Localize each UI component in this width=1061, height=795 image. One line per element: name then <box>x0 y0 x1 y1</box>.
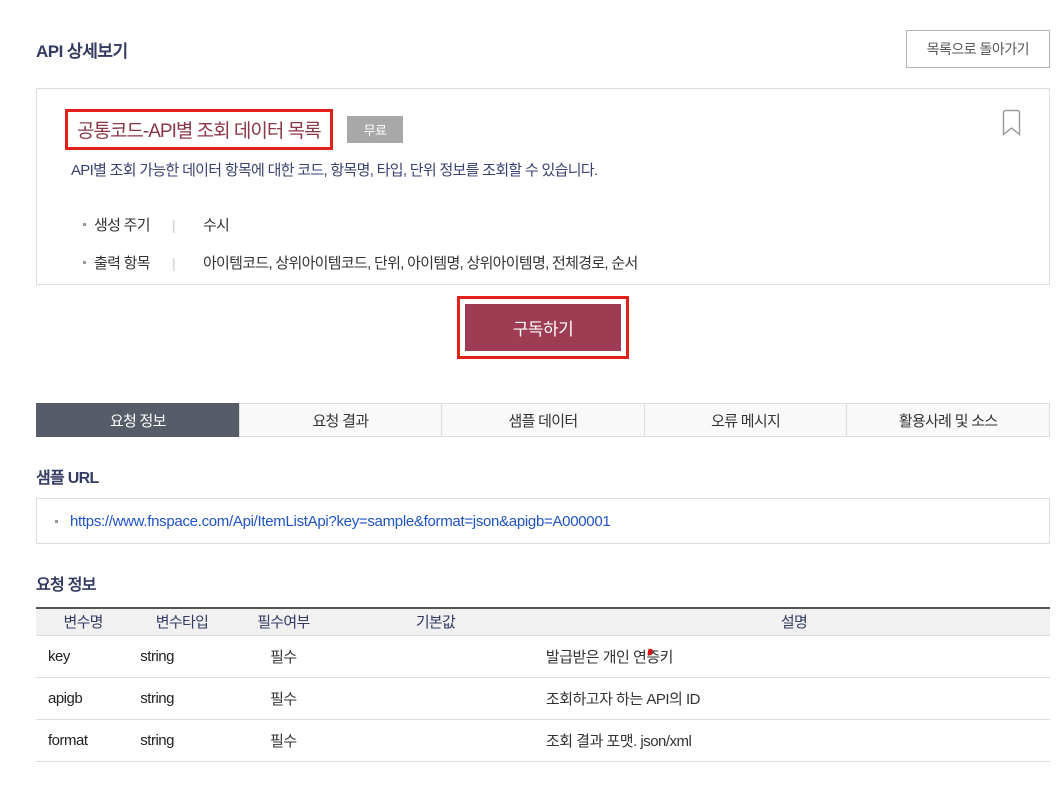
param-name: format <box>36 719 131 762</box>
param-required: 필수 <box>233 635 334 678</box>
subscribe-area: 구독하기 <box>36 296 1050 359</box>
page-container: API 상세보기 목록으로 돌아가기 공통코드-API별 조회 데이터 목록 무… <box>36 0 1050 762</box>
param-default <box>333 719 538 762</box>
table-row: key string 필수 발급받은 개인 연증키 <box>36 635 1050 678</box>
param-type: string <box>130 635 234 678</box>
tab-bar: 요청 정보 요청 결과 샘플 데이터 오류 메시지 활용사례 및 소스 <box>36 403 1050 437</box>
bookmark-button[interactable] <box>1002 109 1021 139</box>
free-badge: 무료 <box>346 116 404 143</box>
request-info-heading: 요청 정보 <box>36 577 97 594</box>
tab-use-cases[interactable]: 활용사례 및 소스 <box>846 403 1050 437</box>
meta-divider: | <box>172 254 176 271</box>
param-type: string <box>130 719 234 762</box>
tab-request-info[interactable]: 요청 정보 <box>36 403 240 437</box>
bullet-icon <box>55 519 58 523</box>
bullet-icon <box>83 223 86 226</box>
api-description: API별 조회 가능한 데이터 항목에 대한 코드, 항목명, 타입, 단위 정… <box>71 162 598 179</box>
bullet-icon <box>83 261 86 264</box>
tab-request-result[interactable]: 요청 결과 <box>238 403 443 437</box>
tab-sample-data[interactable]: 샘플 데이터 <box>441 403 645 437</box>
param-description-text: 발급받은 개인 연증키 <box>545 648 674 666</box>
meta-value: 수시 <box>202 217 230 234</box>
table-row: format string 필수 조회 결과 포맷. json/xml <box>36 719 1050 762</box>
sample-url-link[interactable]: https://www.fnspace.com/Api/ItemListApi?… <box>70 513 611 530</box>
api-info-panel: 공통코드-API별 조회 데이터 목록 무료 API별 조회 가능한 데이터 항… <box>36 88 1050 285</box>
column-header-required: 필수여부 <box>233 608 334 636</box>
meta-label: 생성 주기 <box>94 217 151 234</box>
page-title: API 상세보기 <box>36 41 128 61</box>
param-required: 필수 <box>233 719 334 762</box>
api-title: 공통코드-API별 조회 데이터 목록 <box>77 121 322 142</box>
meta-label: 출력 항목 <box>94 255 151 272</box>
meta-value: 아이템코드, 상위아이템코드, 단위, 아이템명, 상위아이템명, 전체경로, … <box>202 255 638 272</box>
subscribe-button[interactable]: 구독하기 <box>464 304 622 351</box>
tab-error-message[interactable]: 오류 메시지 <box>643 403 848 437</box>
api-title-row: 공통코드-API별 조회 데이터 목록 무료 <box>65 109 1021 150</box>
back-to-list-button[interactable]: 목록으로 돌아가기 <box>905 30 1050 68</box>
table-row: apigb string 필수 조회하고자 하는 API의 ID <box>36 677 1050 720</box>
annotation-rectangle-subscribe: 구독하기 <box>456 296 630 359</box>
page-header: API 상세보기 목록으로 돌아가기 <box>36 30 1050 68</box>
param-required: 필수 <box>233 677 334 720</box>
column-header-description: 설명 <box>537 608 1050 636</box>
meta-divider: | <box>172 216 176 233</box>
api-meta: 생성 주기 | 수시 출력 항목 | 아이템코드, 상위아이템코드, 단위, 아… <box>65 214 1021 273</box>
sample-url-heading: 샘플 URL <box>36 470 99 487</box>
request-info-table: 변수명 변수타입 필수여부 기본값 설명 key string 필수 발급받은 … <box>36 607 1050 762</box>
sample-url-box: https://www.fnspace.com/Api/ItemListApi?… <box>36 498 1050 544</box>
param-default <box>333 635 538 678</box>
param-name: key <box>36 635 131 678</box>
param-description: 조회 결과 포맷. json/xml <box>537 719 1050 762</box>
column-header-name: 변수명 <box>36 608 131 636</box>
column-header-default: 기본값 <box>333 608 538 636</box>
table-header-row: 변수명 변수타입 필수여부 기본값 설명 <box>36 608 1050 636</box>
param-description: 발급받은 개인 연증키 <box>537 635 1050 678</box>
meta-row-cycle: 생성 주기 | 수시 <box>65 214 1021 235</box>
bookmark-icon <box>1002 109 1021 136</box>
param-default <box>333 677 538 720</box>
param-type: string <box>130 677 234 720</box>
param-name: apigb <box>36 677 131 720</box>
annotation-rectangle-title: 공통코드-API별 조회 데이터 목록 <box>65 109 333 150</box>
meta-row-output: 출력 항목 | 아이템코드, 상위아이템코드, 단위, 아이템명, 상위아이템명… <box>65 252 1021 273</box>
column-header-type: 변수타입 <box>130 608 234 636</box>
param-description: 조회하고자 하는 API의 ID <box>537 677 1050 720</box>
